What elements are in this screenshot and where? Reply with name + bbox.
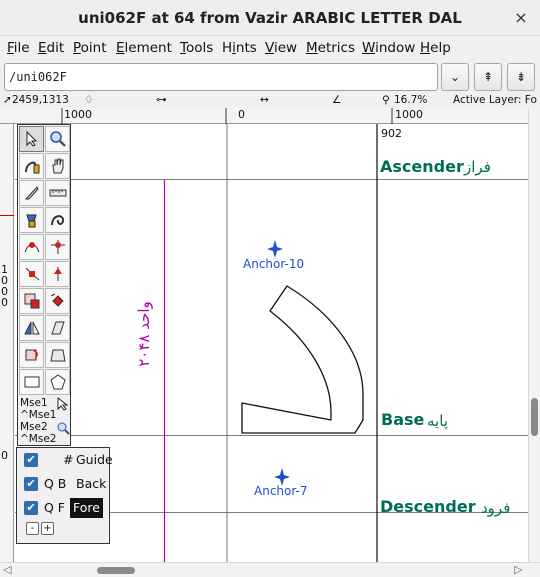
mouse-2-label: Mse2 bbox=[20, 421, 48, 433]
layer-guide-checkbox[interactable]: ✔ bbox=[24, 453, 38, 467]
3d-rotate-tool-icon[interactable] bbox=[19, 342, 44, 368]
active-layer: Active Layer: Fo bbox=[453, 94, 537, 106]
layer-guide-label: Guide bbox=[76, 452, 113, 467]
flip-tool-icon[interactable] bbox=[19, 315, 44, 341]
menu-help[interactable]: Help bbox=[420, 40, 451, 56]
horizontal-scrollbar[interactable]: ◁ ▷ bbox=[0, 562, 540, 577]
ascender-arabic-label: فراز bbox=[463, 158, 491, 176]
perspective-tool-icon[interactable] bbox=[45, 342, 70, 368]
pen-tool-icon[interactable] bbox=[19, 207, 44, 233]
ascender-value-label: 902 bbox=[381, 127, 402, 140]
pointer-tool-icon[interactable] bbox=[19, 126, 44, 152]
base-label: Base bbox=[381, 410, 425, 429]
ruler-label-1000: 1000 bbox=[395, 108, 423, 121]
point-icon: ♢ bbox=[84, 94, 94, 106]
scroll-right-icon[interactable]: ▷ bbox=[514, 563, 522, 576]
title-bar: uni062F at 64 from Vazir ARABIC LETTER D… bbox=[0, 0, 540, 36]
zoom-icon: ⚲ bbox=[382, 94, 390, 106]
left-ruler: 1 0 0 0 0 bbox=[0, 124, 14, 562]
ruler-label-0: 0 bbox=[238, 108, 245, 121]
rectangle-tool-icon[interactable] bbox=[19, 369, 44, 395]
layer-fore-prefix: Q F bbox=[44, 500, 66, 515]
anchor-10-icon[interactable] bbox=[267, 240, 283, 258]
layer-row-back[interactable]: ✔ Q B Back bbox=[22, 474, 110, 494]
freehand-tool-icon[interactable] bbox=[19, 153, 44, 179]
layer-fore-label: Fore bbox=[70, 498, 103, 518]
left-ruler-digit: 0 bbox=[1, 296, 8, 309]
layer-fore-checkbox[interactable]: ✔ bbox=[24, 501, 38, 515]
mouse-1-tool-icon bbox=[57, 397, 69, 411]
glyph-name-input[interactable] bbox=[4, 63, 438, 91]
next-glyph-button[interactable]: ⇟ bbox=[507, 63, 535, 91]
cursor-position: 2459,1313 bbox=[12, 94, 69, 106]
descender-arabic-label: فرود bbox=[481, 499, 510, 517]
layer-back-checkbox[interactable]: ✔ bbox=[24, 477, 38, 491]
scroll-left-icon[interactable]: ◁ bbox=[3, 563, 11, 576]
width-label: ۲۰۴۸ واحد bbox=[135, 301, 153, 367]
left-ruler-digit: 0 bbox=[1, 449, 8, 462]
ctrl-mouse-2-label: ^Mse2 bbox=[20, 433, 57, 445]
descender-label: Descender bbox=[380, 497, 476, 516]
distance-icon: ↔ bbox=[260, 94, 269, 106]
angle-icon: ∠ bbox=[332, 94, 342, 106]
layer-row-guide[interactable]: ✔ # Guide bbox=[22, 450, 113, 470]
top-ruler: 1000 0 1000 bbox=[0, 108, 528, 124]
vertical-scrollbar[interactable] bbox=[528, 108, 540, 562]
corner-point-tool-icon[interactable] bbox=[19, 261, 44, 287]
layer-guide-prefix: # bbox=[63, 452, 74, 467]
scroll-hand-tool-icon[interactable] bbox=[45, 153, 70, 179]
mouse-1-label: Mse1 bbox=[20, 397, 48, 409]
ctrl-mouse-1-label: ^Mse1 bbox=[20, 409, 57, 421]
base-arabic-label: پایه bbox=[427, 412, 448, 431]
spiro-tool-icon[interactable] bbox=[45, 207, 70, 233]
window-title: uni062F at 64 from Vazir ARABIC LETTER D… bbox=[78, 9, 462, 27]
menu-edit[interactable]: Edit bbox=[38, 40, 64, 56]
menu-tools[interactable]: Tools bbox=[180, 40, 213, 56]
add-layer-button[interactable]: + bbox=[41, 522, 54, 535]
layer-back-label: Back bbox=[76, 476, 107, 491]
close-icon[interactable]: × bbox=[512, 9, 530, 27]
curve-point-tool-icon[interactable] bbox=[19, 234, 44, 260]
rotate-tool-icon[interactable] bbox=[45, 288, 70, 314]
hv-curve-point-tool-icon[interactable] bbox=[45, 234, 70, 260]
menu-hints[interactable]: Hints bbox=[222, 40, 257, 56]
menu-window[interactable]: Window bbox=[362, 40, 415, 56]
layer-row-fore[interactable]: ✔ Q F Fore bbox=[22, 498, 110, 518]
menu-metrics[interactable]: Metrics bbox=[306, 40, 355, 56]
glyph-bar: ⌄ ⇞ ⇟ bbox=[0, 60, 540, 94]
zoom-level: 16.7% bbox=[394, 94, 428, 106]
polygon-tool-icon[interactable] bbox=[45, 369, 70, 395]
horizontal-scroll-thumb[interactable] bbox=[97, 567, 135, 574]
menu-bar: File Edit Point Element Tools Hints View… bbox=[0, 36, 540, 60]
menu-file[interactable]: File bbox=[7, 40, 30, 56]
prev-glyph-button[interactable]: ⇞ bbox=[474, 63, 502, 91]
glyph-dropdown-button[interactable]: ⌄ bbox=[441, 63, 469, 91]
menu-point[interactable]: Point bbox=[73, 40, 107, 56]
ruler-label-neg1000: 1000 bbox=[64, 108, 92, 121]
ruler-tool-icon[interactable] bbox=[45, 180, 70, 206]
menu-view[interactable]: View bbox=[265, 40, 297, 56]
layers-palette: ✔ # Guide ✔ Q B Back ✔ Q F Fore - + bbox=[16, 447, 113, 544]
cursor-arrow-icon: ➚ bbox=[3, 94, 12, 106]
ascender-label: Ascender bbox=[380, 157, 464, 176]
knife-tool-icon[interactable] bbox=[19, 180, 44, 206]
menu-element[interactable]: Element bbox=[116, 40, 172, 56]
remove-layer-button[interactable]: - bbox=[26, 522, 39, 535]
magnify-tool-icon[interactable] bbox=[45, 126, 70, 152]
skew-tool-icon[interactable] bbox=[45, 315, 70, 341]
anchor-7-label: Anchor-7 bbox=[254, 484, 308, 498]
anchor-10-label: Anchor-10 bbox=[243, 257, 304, 271]
mouse-2-tool-icon bbox=[57, 422, 70, 435]
tool-palette: Mse1 ^Mse1 Mse2 ^Mse2 bbox=[17, 124, 71, 446]
layer-back-prefix: Q B bbox=[44, 476, 67, 491]
info-bar: ➚ 2459,1313 ♢ ⊶ ↔ ∠ ⚲ 16.7% Active Layer… bbox=[0, 94, 540, 108]
scale-tool-icon[interactable] bbox=[19, 288, 44, 314]
ruler-baseline-marker bbox=[0, 215, 14, 216]
glyph-outline[interactable] bbox=[241, 285, 364, 434]
vertical-scroll-thumb[interactable] bbox=[531, 398, 538, 436]
tangent-point-tool-icon[interactable] bbox=[45, 261, 70, 287]
vector-icon: ⊶ bbox=[156, 94, 167, 106]
